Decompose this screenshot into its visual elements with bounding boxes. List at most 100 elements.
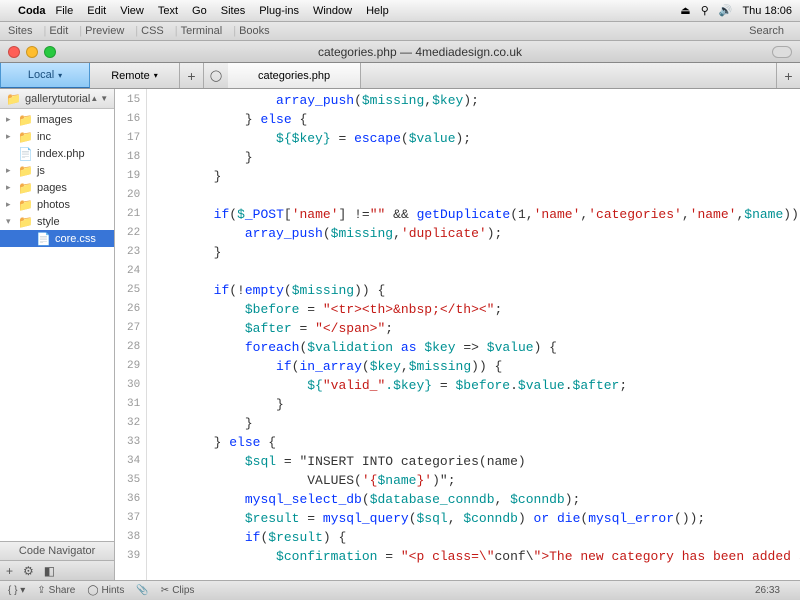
clips-button[interactable]: ✂ Clips [161, 585, 195, 596]
tree-folder[interactable]: ▸📁 photos [0, 196, 114, 213]
code-line[interactable]: $result = mysql_query($sql, $conndb) or … [151, 509, 800, 528]
folder-icon: 📁 [18, 215, 33, 229]
hints-button[interactable]: ◯ Hints [87, 585, 124, 596]
code-editor[interactable]: 1516171819202122232425262728293031323334… [115, 89, 800, 580]
disclosure-closed-icon[interactable]: ▸ [6, 199, 16, 210]
code-navigator-header[interactable]: Code Navigator [0, 541, 114, 560]
tree-item-label: js [37, 165, 45, 177]
sidebar-header[interactable]: 📁 gallerytutorial ▲▼ [0, 89, 114, 109]
code-line[interactable]: } [151, 243, 800, 262]
disclosure-closed-icon[interactable]: ▸ [6, 182, 16, 193]
code-line[interactable]: if($result) { [151, 528, 800, 547]
toolbar-terminal[interactable]: Terminal [181, 25, 223, 37]
tab-local[interactable]: Local▾ [0, 63, 90, 88]
menu-text[interactable]: Text [158, 5, 178, 17]
scm-button[interactable]: ◧ [44, 564, 55, 578]
menu-sites[interactable]: Sites [221, 5, 245, 17]
code-line[interactable]: array_push($missing,'duplicate'); [151, 224, 800, 243]
code-line[interactable]: array_push($missing,$key); [151, 91, 800, 110]
file-icon: 📄 [36, 232, 51, 246]
file-tree[interactable]: ▸📁images▸📁inc📄index.php▸📁js▸📁pages▸📁phot… [0, 109, 114, 541]
code-line[interactable]: $sql = "INSERT INTO categories(name) [151, 452, 800, 471]
tree-folder[interactable]: ▸📁images [0, 111, 114, 128]
code-line[interactable]: mysql_select_db($database_conndb, $connd… [151, 490, 800, 509]
app-name[interactable]: Coda [18, 5, 46, 17]
bluetooth-icon[interactable]: ⚲ [701, 4, 709, 17]
tree-folder[interactable]: ▾📁 style [0, 213, 114, 230]
tree-folder[interactable]: ▸📁inc [0, 128, 114, 145]
tree-file[interactable]: 📄index.php [0, 145, 114, 162]
code-line[interactable]: } [151, 395, 800, 414]
tree-item-label: style [37, 216, 60, 228]
eject-icon[interactable]: ⏏ [680, 4, 690, 17]
code-line[interactable]: } [151, 167, 800, 186]
attachment-button[interactable]: 📎 [136, 585, 148, 596]
menu-go[interactable]: Go [192, 5, 207, 17]
code-line[interactable]: if(!empty($missing)) { [151, 281, 800, 300]
code-line[interactable]: foreach($validation as $key => $value) { [151, 338, 800, 357]
disclosure-closed-icon[interactable]: ▸ [6, 165, 16, 176]
toolbar-edit[interactable]: Edit [49, 25, 68, 37]
clock[interactable]: Thu 18:06 [742, 5, 792, 17]
code-line[interactable]: if($_POST['name'] !="" && getDuplicate(1… [151, 205, 800, 224]
toolbar-search[interactable]: Search [749, 25, 784, 37]
macos-menubar: Coda File Edit View Text Go Sites Plug-i… [0, 0, 800, 22]
tree-folder[interactable]: ▸📁js [0, 162, 114, 179]
menu-window[interactable]: Window [313, 5, 352, 17]
menu-plugins[interactable]: Plug-ins [259, 5, 299, 17]
minimize-button[interactable] [26, 46, 38, 58]
code-line[interactable]: } else { [151, 433, 800, 452]
toolbar-css[interactable]: CSS [141, 25, 164, 37]
app-toolbar: Sites| Edit| Preview| CSS| Terminal| Boo… [0, 22, 800, 41]
new-file-button[interactable]: + [6, 564, 13, 578]
code-line[interactable]: ${$key} = escape($value); [151, 129, 800, 148]
code-line[interactable]: } [151, 414, 800, 433]
symbol-popup[interactable]: { } ▾ [8, 585, 25, 596]
folder-icon: 📁 [18, 198, 33, 212]
code-line[interactable]: if(in_array($key,$missing)) { [151, 357, 800, 376]
add-location-button[interactable]: + [180, 63, 204, 88]
status-bar: { } ▾ ⇪ Share ◯ Hints 📎 ✂ Clips 26:33 [0, 580, 800, 600]
file-icon: 📄 [18, 147, 33, 161]
history-button[interactable]: ◯ [204, 63, 228, 88]
window-title: categories.php — 4mediadesign.co.uk [68, 45, 772, 59]
menu-edit[interactable]: Edit [87, 5, 106, 17]
tree-folder[interactable]: ▸📁pages [0, 179, 114, 196]
toolbar-books[interactable]: Books [239, 25, 270, 37]
disclosure-open-icon[interactable]: ▾ [6, 216, 16, 227]
toolbar-preview[interactable]: Preview [85, 25, 124, 37]
sidebar-footer: + ⚙ ◧ [0, 560, 114, 580]
code-line[interactable]: ${"valid_".$key} = $before.$value.$after… [151, 376, 800, 395]
disclosure-closed-icon[interactable]: ▸ [6, 131, 16, 142]
menu-help[interactable]: Help [366, 5, 389, 17]
toolbar-toggle-button[interactable] [772, 46, 792, 58]
code-line[interactable]: } [151, 148, 800, 167]
file-tab[interactable]: categories.php [228, 63, 361, 88]
toolbar-sites[interactable]: Sites [8, 25, 32, 37]
code-line[interactable]: } else { [151, 110, 800, 129]
file-sidebar: 📁 gallerytutorial ▲▼ ▸📁images▸📁inc📄index… [0, 89, 115, 580]
menu-view[interactable]: View [120, 5, 144, 17]
folder-icon: 📁 [6, 92, 21, 106]
code-line[interactable] [151, 186, 800, 205]
close-button[interactable] [8, 46, 20, 58]
code-area[interactable]: array_push($missing,$key); } else { ${$k… [147, 89, 800, 580]
code-line[interactable]: $confirmation = "<p class=\"conf\">The n… [151, 547, 800, 566]
code-line[interactable]: $after = "</span>"; [151, 319, 800, 338]
tab-remote[interactable]: Remote▾ [90, 63, 180, 88]
code-line[interactable]: VALUES('{$name}')"; [151, 471, 800, 490]
share-button[interactable]: ⇪ Share [37, 585, 75, 596]
code-line[interactable]: $before = "<tr><th>&nbsp;</th><"; [151, 300, 800, 319]
menu-file[interactable]: File [56, 5, 74, 17]
window-titlebar: categories.php — 4mediadesign.co.uk [0, 41, 800, 63]
tree-item-label: inc [37, 131, 51, 143]
volume-icon[interactable]: 🔊 [719, 4, 733, 17]
disclosure-closed-icon[interactable]: ▸ [6, 114, 16, 125]
path-stepper[interactable]: ▲▼ [90, 94, 108, 103]
tree-item-label: photos [37, 199, 70, 211]
tree-file[interactable]: 📄core.css [0, 230, 114, 247]
action-button[interactable]: ⚙ [23, 564, 34, 578]
add-tab-button[interactable]: + [776, 63, 800, 88]
zoom-button[interactable] [44, 46, 56, 58]
code-line[interactable] [151, 262, 800, 281]
